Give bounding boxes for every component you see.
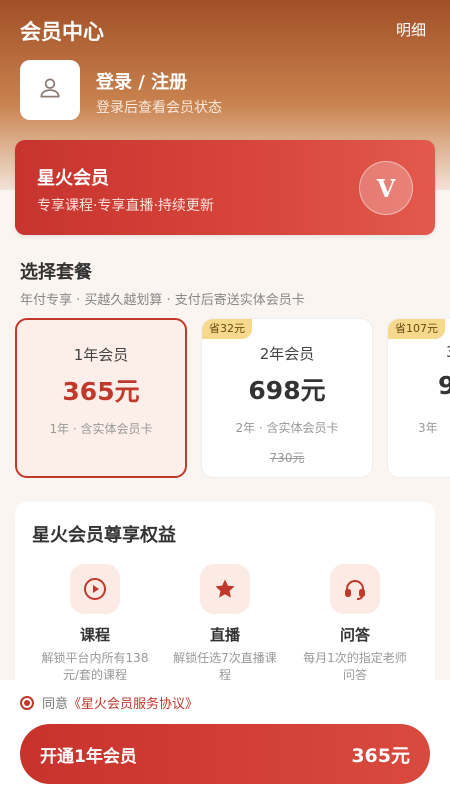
plans-title: 选择套餐 (20, 262, 92, 283)
benefit-name: 课程 (79, 626, 110, 644)
benefits-title: 星火会员尊享权益 (32, 525, 176, 546)
plan-desc: 3年 (418, 421, 438, 435)
plans-subtitle: 年付专享 · 买越久越划算 · 支付后寄送实体会员卡 (20, 293, 305, 308)
benefit-live[interactable]: 直播 解锁任选7次直播课程 (170, 564, 280, 684)
star-icon (200, 564, 250, 614)
buy-button-label: 开通1年会员 (40, 746, 137, 767)
save-badge: 省107元 (388, 319, 445, 339)
vip-card: 星火会员 专享课程·专享直播·持续更新 V (15, 140, 435, 235)
login-register-link[interactable]: 登录 / 注册 (96, 68, 187, 94)
plan-price: 698元 (248, 376, 326, 405)
benefit-qa[interactable]: 问答 每月1次的指定老师问答 (300, 564, 410, 684)
benefits-card: 星火会员尊享权益 课程 解锁平台内所有138元/套的课程 直播 解锁任选7次直播… (15, 502, 435, 692)
plan-list[interactable]: 1年会员 365元 1年 · 含实体会员卡 省32元 2年会员 698元 2年 … (0, 318, 450, 482)
agreement-row[interactable]: 同意 《星火会员服务协议》 (20, 693, 198, 712)
plan-original-price: 730元 (269, 451, 305, 465)
purchase-footer: 同意 《星火会员服务协议》 开通1年会员 365元 (0, 680, 450, 800)
plan-name: 1年会员 (73, 346, 129, 364)
plan-card-3year[interactable]: 省107元 3 9 3年 (387, 318, 450, 478)
plan-price: 9 (438, 371, 450, 400)
benefit-course[interactable]: 课程 解锁平台内所有138元/套的课程 (40, 564, 150, 684)
agree-prefix: 同意 (42, 697, 69, 712)
avatar[interactable] (20, 60, 80, 120)
plan-desc: 2年 · 含实体会员卡 (235, 421, 339, 435)
benefit-desc: 每月1次的指定老师问答 (303, 651, 407, 682)
vip-title: 星火会员 (37, 168, 109, 189)
headset-icon (330, 564, 380, 614)
plan-card-2year[interactable]: 省32元 2年会员 698元 2年 · 含实体会员卡 730元 (201, 318, 373, 478)
user-icon (37, 75, 63, 105)
benefit-name: 问答 (339, 626, 370, 644)
plan-name: 3 (388, 343, 450, 361)
detail-link[interactable]: 明细 (396, 19, 426, 40)
plan-desc: 1年 · 含实体会员卡 (49, 422, 153, 436)
agree-radio[interactable] (20, 695, 34, 710)
buy-button[interactable]: 开通1年会员 365元 (20, 724, 430, 784)
vip-subtitle: 专享课程·专享直播·持续更新 (37, 198, 214, 214)
save-badge: 省32元 (202, 319, 252, 339)
plan-price: 365元 (62, 377, 140, 406)
benefit-desc: 解锁平台内所有138元/套的课程 (41, 651, 149, 682)
benefit-name: 直播 (209, 626, 240, 644)
buy-button-price: 365元 (351, 744, 410, 767)
login-hint: 登录后查看会员状态 (96, 100, 222, 116)
vip-badge-icon: V (359, 161, 413, 215)
page-title: 会员中心 (20, 20, 104, 44)
play-icon (70, 564, 120, 614)
plan-card-1year[interactable]: 1年会员 365元 1年 · 含实体会员卡 (15, 318, 187, 478)
benefit-desc: 解锁任选7次直播课程 (173, 651, 277, 682)
plan-name: 2年会员 (259, 345, 315, 363)
agreement-link[interactable]: 《星火会员服务协议》 (68, 693, 198, 712)
